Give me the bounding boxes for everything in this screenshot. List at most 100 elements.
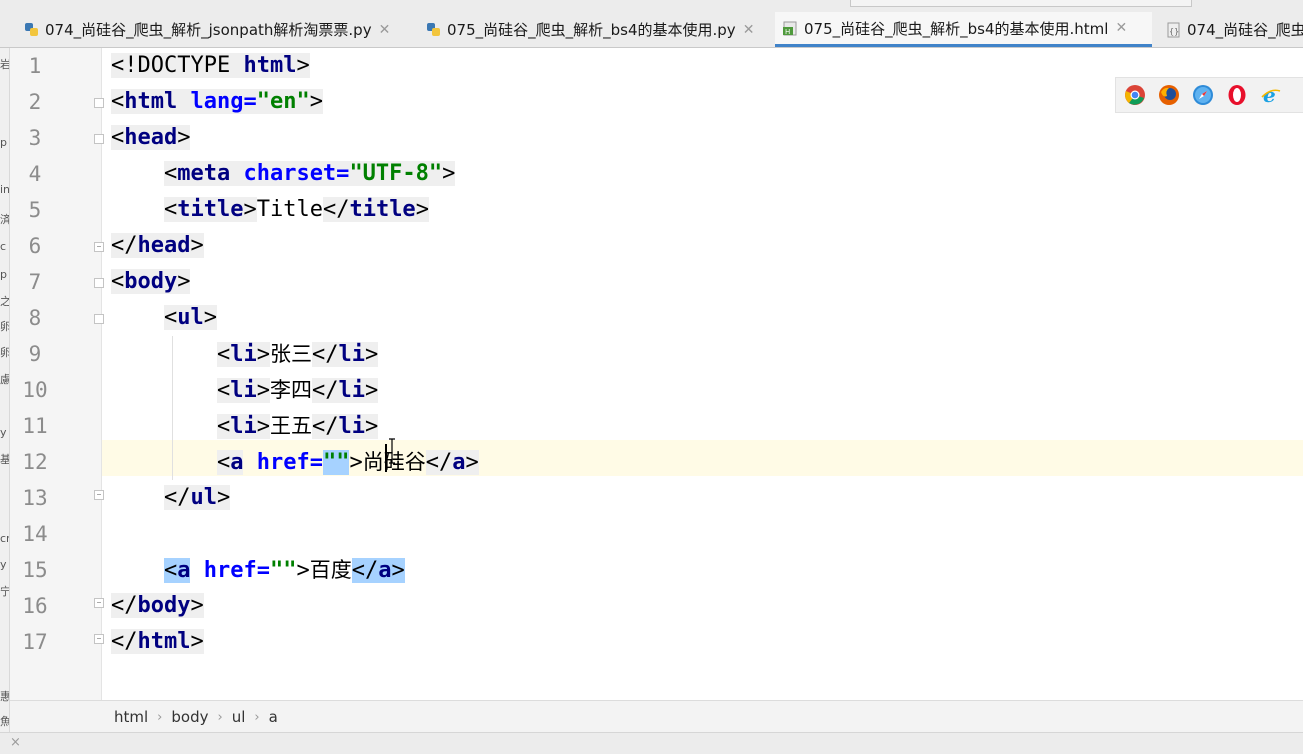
bracket: < xyxy=(111,89,125,114)
html-file-icon: H xyxy=(783,20,799,36)
ie-icon[interactable]: e xyxy=(1260,83,1282,107)
code-line-17[interactable]: </html> xyxy=(111,624,204,660)
code-line-3[interactable]: <head> xyxy=(111,120,191,156)
fold-marker[interactable] xyxy=(94,634,104,644)
breadcrumb-item-body[interactable]: body xyxy=(171,708,208,726)
firefox-icon[interactable] xyxy=(1158,84,1180,106)
fold-marker[interactable] xyxy=(94,278,104,288)
panel-char: 慮 xyxy=(0,373,10,386)
python-file-icon xyxy=(24,22,40,38)
code-line-16[interactable]: </body> xyxy=(111,588,204,624)
bracket: < xyxy=(163,197,178,222)
bracket: </ xyxy=(311,414,339,439)
bracket: > xyxy=(203,305,217,330)
line-number: 12 xyxy=(22,450,48,474)
bracket: > xyxy=(256,414,270,439)
line-number: 15 xyxy=(22,558,48,582)
attr-value: "UTF-8" xyxy=(349,161,443,186)
bracket: > xyxy=(349,450,363,475)
code-line-13[interactable]: </ul> xyxy=(111,480,231,516)
tab-075-bs4-html[interactable]: H 075_尚硅谷_爬虫_解析_bs4的基本使用.html ✕ xyxy=(775,12,1152,47)
chrome-icon[interactable] xyxy=(1124,84,1146,106)
doctype-keyword: html xyxy=(243,53,297,78)
panel-char: c xyxy=(0,240,7,253)
tag-name: a xyxy=(452,450,466,475)
breadcrumb-item-ul[interactable]: ul xyxy=(232,708,246,726)
bracket: > xyxy=(415,197,429,222)
line-number: 14 xyxy=(22,522,48,546)
text-content: 王五 xyxy=(269,414,312,438)
close-icon[interactable]: ✕ xyxy=(379,22,391,38)
code-line-12[interactable]: <a href="">尚硅谷</a> xyxy=(111,444,479,480)
tab-074-jsonpath-py[interactable]: 074_尚硅谷_爬虫_解析_jsonpath解析淘票票.py ✕ xyxy=(18,12,410,47)
fold-marker[interactable] xyxy=(94,98,104,108)
bracket: > xyxy=(256,342,270,367)
code-line-4[interactable]: <meta charset="UTF-8"> xyxy=(111,156,456,192)
editor-tab-bar: 074_尚硅谷_爬虫_解析_jsonpath解析淘票票.py ✕ 075_尚硅谷… xyxy=(0,12,1303,48)
bracket: </ xyxy=(111,593,138,618)
fold-marker[interactable] xyxy=(94,490,104,500)
safari-icon[interactable] xyxy=(1192,84,1214,106)
fold-marker[interactable] xyxy=(94,314,104,324)
attr-name: lang= xyxy=(177,89,257,114)
bracket: </ xyxy=(111,233,138,258)
code-line-5[interactable]: <title>Title</title> xyxy=(111,192,429,228)
code-line-11[interactable]: <li>王五</li> xyxy=(111,408,379,444)
tag-name: title xyxy=(349,197,416,222)
line-number: 8 xyxy=(28,306,42,330)
code-line-8[interactable]: <ul> xyxy=(111,300,217,336)
code-line-6[interactable]: </head> xyxy=(111,228,204,264)
bracket: < xyxy=(216,342,231,367)
browser-preview-toolbar: e xyxy=(1115,77,1303,113)
breadcrumb-item-html[interactable]: html xyxy=(114,708,148,726)
line-number: 5 xyxy=(28,198,42,222)
line-number: 13 xyxy=(22,486,48,510)
panel-char: 之 xyxy=(0,295,10,308)
breadcrumb: html › body › ul › a xyxy=(114,701,278,733)
chevron-right-icon: › xyxy=(254,709,260,725)
bracket: > xyxy=(364,342,379,367)
breadcrumb-item-a[interactable]: a xyxy=(269,708,278,726)
code-line-1[interactable]: <!DOCTYPE html> xyxy=(111,48,310,84)
panel-char: 宁 xyxy=(0,585,10,598)
python-file-icon xyxy=(426,22,442,38)
tag-name: head xyxy=(124,125,178,150)
attr-name: href= xyxy=(190,558,270,583)
panel-char: 基 xyxy=(0,453,10,466)
line-number: 3 xyxy=(28,126,42,150)
tag-name: li xyxy=(230,378,257,403)
code-line-9[interactable]: <li>张三</li> xyxy=(111,336,379,372)
tag-name: li xyxy=(338,342,365,367)
fold-marker[interactable] xyxy=(94,242,104,252)
bracket: </ xyxy=(311,342,339,367)
code-line-10[interactable]: <li>李四</li> xyxy=(111,372,379,408)
code-line-2[interactable]: <html lang="en"> xyxy=(111,84,323,120)
bracket: > xyxy=(243,197,257,222)
line-number: 7 xyxy=(28,270,42,294)
code-line-15[interactable]: <a href="">百度</a> xyxy=(111,552,405,588)
close-icon[interactable]: ✕ xyxy=(1115,20,1127,36)
line-number: 4 xyxy=(28,162,42,186)
tab-075-bs4-py[interactable]: 075_尚硅谷_爬虫_解析_bs4的基本使用.py ✕ xyxy=(420,12,773,47)
code-line-7[interactable]: <body> xyxy=(111,264,191,300)
svg-text:H: H xyxy=(785,28,790,36)
tag-name: li xyxy=(338,378,365,403)
close-icon[interactable]: ✕ xyxy=(743,22,755,38)
line-number: 11 xyxy=(22,414,48,438)
text-caret xyxy=(385,444,387,472)
tab-label: 075_尚硅谷_爬虫_解析_bs4的基本使用.py xyxy=(447,21,736,39)
close-icon[interactable]: × xyxy=(10,735,21,750)
code-editor[interactable]: 1 2 3 4 5 6 7 8 9 10 11 12 13 14 15 16 1… xyxy=(10,48,1303,700)
bracket: > xyxy=(190,233,204,258)
fold-marker[interactable] xyxy=(94,598,104,608)
opera-icon[interactable] xyxy=(1226,84,1248,106)
tab-074-json[interactable]: {} 074_尚硅谷_爬虫 xyxy=(1160,12,1303,47)
panel-char: y xyxy=(0,558,7,571)
line-number: 6 xyxy=(28,234,42,258)
tag-name: body xyxy=(124,269,178,294)
bracket: </ xyxy=(425,450,453,475)
tag-name: li xyxy=(230,414,257,439)
tag-name: body xyxy=(137,593,191,618)
fold-marker[interactable] xyxy=(94,134,104,144)
bracket: < xyxy=(163,305,178,330)
